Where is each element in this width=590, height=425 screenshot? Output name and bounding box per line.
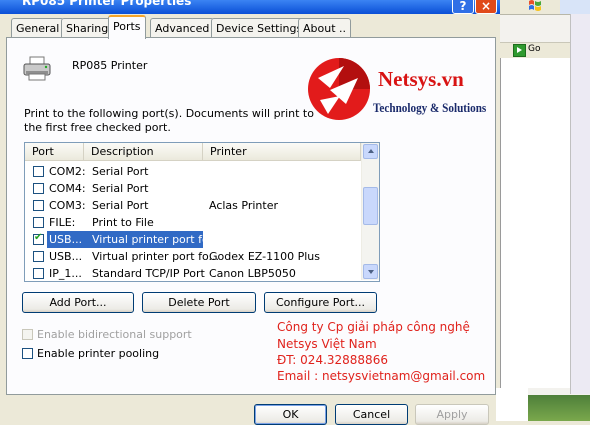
- scroll-thumb[interactable]: [363, 187, 378, 225]
- port-row[interactable]: FILE: Print to File: [25, 214, 361, 231]
- port-cell-description: Print to File: [92, 216, 154, 229]
- column-header-printer[interactable]: Printer: [203, 143, 361, 161]
- tab-about[interactable]: About ..: [298, 18, 352, 37]
- port-cell-description: Virtual printer port fo...: [92, 233, 220, 246]
- column-header-port[interactable]: Port: [25, 143, 84, 161]
- port-cell-description: Virtual printer port fo...: [92, 250, 220, 263]
- delete-port-button[interactable]: Delete Port: [142, 292, 256, 313]
- background-window-corner: [496, 388, 528, 421]
- dialog-title: RP085 Printer Properties: [22, 0, 192, 8]
- port-checkbox[interactable]: [33, 268, 44, 279]
- tab-sharing[interactable]: Sharing: [61, 18, 114, 37]
- cancel-button[interactable]: Cancel: [335, 404, 408, 425]
- close-button[interactable]: ×: [475, 0, 497, 14]
- port-list[interactable]: Port Description Printer COM2: Serial Por…: [24, 142, 380, 282]
- printer-pooling-checkbox[interactable]: [22, 348, 33, 359]
- port-cell-printer: Godex EZ-1100 Plus: [209, 250, 320, 263]
- company-name-line2: Netsys Việt Nam: [277, 337, 377, 351]
- port-row[interactable]: COM4: Serial Port: [25, 180, 361, 197]
- ports-instruction-text: Print to the following port(s). Document…: [24, 107, 314, 134]
- tab-device-settings[interactable]: Device Settings: [211, 18, 308, 37]
- printer-pooling-label: Enable printer pooling: [37, 347, 160, 360]
- port-checkbox[interactable]: [33, 217, 44, 228]
- printer-icon: [23, 56, 51, 81]
- port-row[interactable]: COM3: Serial Port Aclas Printer: [25, 197, 361, 214]
- go-button-label[interactable]: Go: [528, 44, 540, 54]
- port-cell-description: Serial Port: [92, 182, 149, 195]
- port-checkbox[interactable]: [33, 200, 44, 211]
- printer-name: RP085 Printer: [72, 59, 148, 72]
- port-cell-port: FILE:: [49, 216, 76, 229]
- desktop-wallpaper: [528, 395, 590, 421]
- company-email: Email : netsysvietnam@gmail.com: [277, 369, 486, 383]
- port-row[interactable]: COM2: Serial Port: [25, 163, 361, 180]
- tab-general[interactable]: General: [11, 18, 65, 37]
- windows-flag-icon: [529, 0, 541, 11]
- chevron-up-icon: [368, 149, 374, 153]
- bidirectional-support-checkbox[interactable]: [22, 329, 33, 340]
- dialog-titlebar[interactable]: RP085 Printer Properties ? ×: [0, 0, 500, 14]
- port-row[interactable]: USB... Virtual printer port fo...: [25, 231, 361, 248]
- port-row[interactable]: IP_1... Standard TCP/IP Port Canon LBP5050: [25, 265, 361, 281]
- port-checkbox[interactable]: [33, 232, 44, 245]
- port-cell-description: Serial Port: [92, 199, 149, 212]
- scroll-up-button[interactable]: [363, 144, 378, 159]
- company-phone: ĐT: 024.32888866: [277, 353, 388, 367]
- background-window-tab: [560, 0, 590, 14]
- logo-subtitle: Technology & Solutions: [373, 100, 487, 115]
- port-checkbox[interactable]: [33, 251, 44, 262]
- tab-ports[interactable]: Ports: [108, 15, 146, 39]
- port-cell-printer: Canon LBP5050: [209, 267, 296, 280]
- scroll-down-button[interactable]: [363, 264, 378, 279]
- port-checkbox[interactable]: [33, 183, 44, 194]
- logo-title: Netsys.vn: [378, 67, 464, 91]
- add-port-button[interactable]: Add Port...: [22, 292, 134, 313]
- company-name-line1: Công ty Cp giải pháp công nghệ: [277, 320, 470, 334]
- bidirectional-support-label: Enable bidirectional support: [37, 328, 192, 341]
- port-cell-printer: Aclas Printer: [209, 199, 278, 212]
- port-list-scrollbar[interactable]: [361, 143, 379, 280]
- tab-advanced[interactable]: Advanced: [150, 18, 215, 37]
- ok-button[interactable]: OK: [254, 404, 327, 425]
- go-arrow-icon[interactable]: [513, 44, 526, 57]
- port-cell-port: COM3:: [49, 199, 86, 212]
- port-checkbox[interactable]: [33, 166, 44, 177]
- configure-port-button[interactable]: Configure Port...: [264, 292, 377, 313]
- port-cell-port: COM2:: [49, 165, 86, 178]
- port-cell-port: USB...: [49, 250, 83, 263]
- help-button[interactable]: ?: [452, 0, 474, 14]
- port-cell-description: Standard TCP/IP Port: [92, 267, 205, 280]
- chevron-down-icon: [368, 270, 374, 274]
- port-cell-port: IP_1...: [49, 267, 82, 280]
- apply-button[interactable]: Apply: [415, 404, 489, 425]
- port-cell-port: USB...: [49, 233, 83, 246]
- port-row[interactable]: USB... Virtual printer port fo... Godex EZ…: [25, 248, 361, 265]
- background-scrollbar[interactable]: [570, 14, 590, 394]
- column-header-description[interactable]: Description: [84, 143, 203, 161]
- port-cell-port: COM4:: [49, 182, 86, 195]
- port-cell-description: Serial Port: [92, 165, 149, 178]
